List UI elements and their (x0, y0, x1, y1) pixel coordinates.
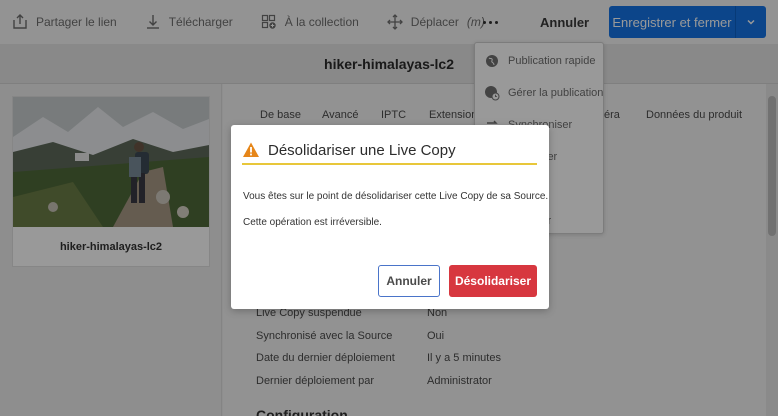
dialog-title: Désolidariser une Live Copy (268, 141, 456, 159)
dialog-warning-message: Cette opération est irréversible. (243, 217, 382, 228)
dialog-body: Vous êtes sur le point de désolidariser … (243, 191, 549, 243)
detach-button[interactable]: Désolidariser (449, 265, 537, 297)
detach-live-copy-dialog: Désolidariser une Live Copy Vous êtes su… (231, 125, 549, 309)
dialog-cancel-button[interactable]: Annuler (378, 265, 440, 297)
warning-icon (243, 142, 259, 157)
dialog-header: Désolidariser une Live Copy (242, 137, 537, 165)
dialog-message: Vous êtes sur le point de désolidariser … (243, 191, 549, 202)
